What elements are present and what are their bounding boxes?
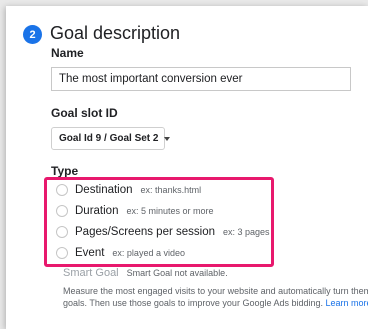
- goal-setup-card: 2 Goal description Name The most importa…: [6, 6, 368, 329]
- step-title: Goal description: [50, 23, 181, 43]
- smart-goal-description-text: Measure the most engaged visits to your …: [63, 286, 368, 308]
- goal-name-input[interactable]: The most important conversion ever: [51, 67, 351, 91]
- smart-goal-label: Smart Goal: [63, 267, 119, 279]
- smart-goal-option: Smart Goal Smart Goal not available.: [63, 267, 228, 279]
- highlight-box: [44, 177, 274, 267]
- goal-slot-selected-value: Goal Id 9 / Goal Set 2: [59, 133, 159, 144]
- type-label: Type: [51, 164, 79, 178]
- name-label: Name: [51, 46, 84, 60]
- chevron-down-icon: [164, 136, 171, 141]
- goal-slot-label: Goal slot ID: [51, 106, 118, 120]
- smart-goal-note: Smart Goal not available.: [126, 268, 228, 278]
- smart-goal-description: Measure the most engaged visits to your …: [63, 285, 368, 309]
- learn-more-link[interactable]: Learn more: [326, 298, 368, 308]
- goal-slot-dropdown[interactable]: Goal Id 9 / Goal Set 2: [51, 127, 171, 150]
- step-number-badge: 2: [23, 25, 42, 44]
